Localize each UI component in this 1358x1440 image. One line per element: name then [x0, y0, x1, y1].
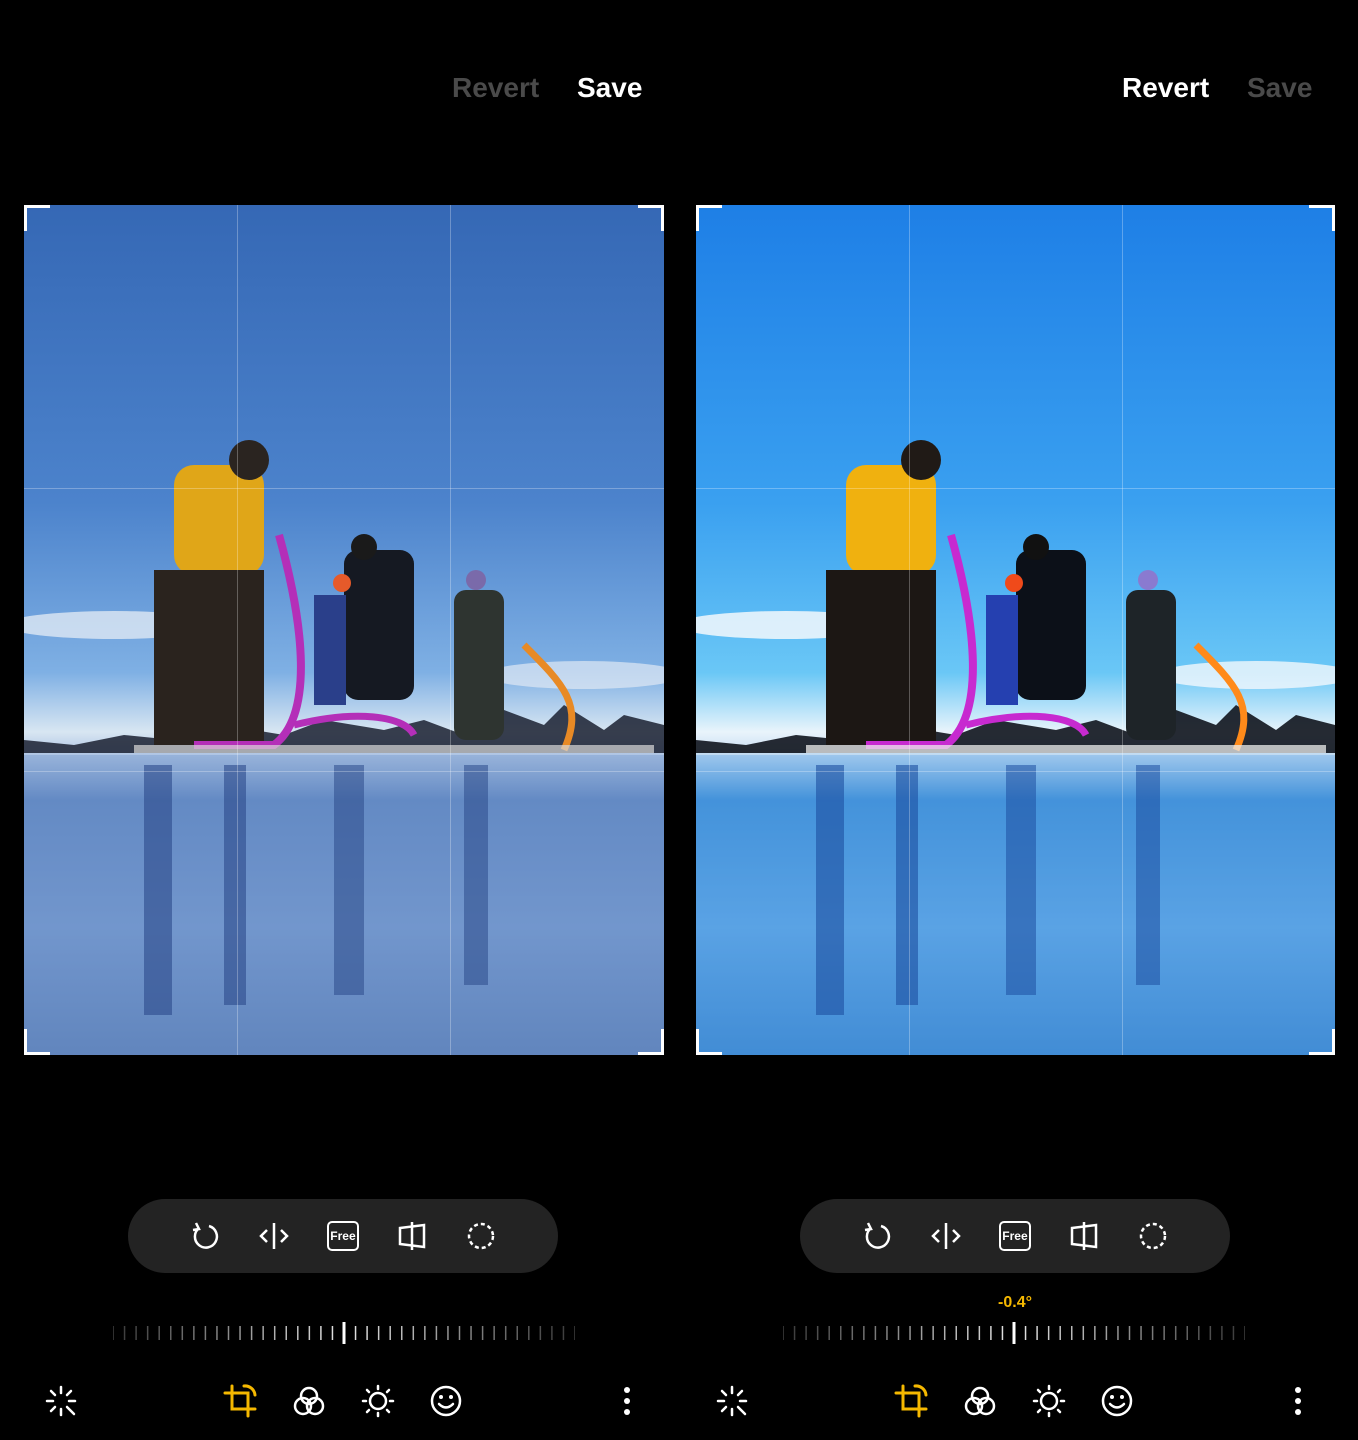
editor-panel-before: Revert Save Free	[8, 0, 679, 1440]
straighten-slider[interactable]	[113, 1322, 575, 1344]
crop-handle-bottom-right[interactable]	[638, 1029, 664, 1055]
more-icon	[624, 1387, 630, 1415]
photo-scene	[696, 440, 1335, 1055]
more-options-button[interactable]	[1275, 1378, 1321, 1424]
rotate-button[interactable]	[854, 1213, 900, 1259]
perspective-icon	[1070, 1222, 1098, 1250]
sticker-icon	[1101, 1385, 1133, 1417]
filters-icon	[293, 1386, 325, 1416]
crop-handle-bottom-left[interactable]	[24, 1029, 50, 1055]
crop-handle-bottom-right[interactable]	[1309, 1029, 1335, 1055]
auto-enhance-icon	[716, 1385, 748, 1417]
filters-tab[interactable]	[286, 1378, 332, 1424]
crop-rotate-icon	[223, 1384, 257, 1418]
crop-handle-top-right[interactable]	[638, 205, 664, 231]
save-button[interactable]: Save	[1247, 72, 1312, 104]
filters-tab[interactable]	[957, 1378, 1003, 1424]
more-options-button[interactable]	[604, 1378, 650, 1424]
rotate-icon	[864, 1222, 890, 1249]
brightness-tab[interactable]	[1026, 1378, 1072, 1424]
brightness-icon	[361, 1384, 395, 1418]
auto-enhance-icon	[45, 1385, 77, 1417]
grid-line	[1122, 205, 1123, 1055]
straighten-slider[interactable]	[783, 1322, 1245, 1344]
flip-button[interactable]	[923, 1213, 969, 1259]
crop-rotate-tab[interactable]	[888, 1378, 934, 1424]
rotate-icon	[192, 1222, 218, 1249]
photo-scene	[24, 440, 664, 1055]
photo-canvas[interactable]	[696, 205, 1335, 1055]
bottom-nav	[679, 1378, 1350, 1424]
lasso-button[interactable]	[458, 1213, 504, 1259]
free-ratio-icon: Free	[326, 1221, 359, 1251]
rotate-button[interactable]	[182, 1213, 228, 1259]
grid-line	[696, 771, 1335, 772]
crop-handle-top-left[interactable]	[24, 205, 50, 231]
filters-icon	[964, 1386, 996, 1416]
crop-handle-top-right[interactable]	[1309, 205, 1335, 231]
bottom-nav	[8, 1378, 679, 1424]
lasso-button[interactable]	[1130, 1213, 1176, 1259]
flip-button[interactable]	[251, 1213, 297, 1259]
editor-panel-after: Revert Save Free -0.4°	[679, 0, 1350, 1440]
perspective-icon	[398, 1222, 426, 1250]
grid-line	[909, 205, 910, 1055]
perspective-button[interactable]	[1061, 1213, 1107, 1259]
crop-handle-bottom-left[interactable]	[696, 1029, 722, 1055]
transform-toolbar: Free	[800, 1199, 1230, 1273]
brightness-icon	[1032, 1384, 1066, 1418]
grid-line	[24, 488, 664, 489]
more-icon	[1295, 1387, 1301, 1415]
revert-button[interactable]: Revert	[1122, 72, 1209, 104]
crop-rotate-icon	[894, 1384, 928, 1418]
crop-rotate-tab[interactable]	[217, 1378, 263, 1424]
flip-icon	[259, 1223, 289, 1249]
transform-toolbar: Free	[128, 1199, 558, 1273]
grid-line	[237, 205, 238, 1055]
auto-enhance-button[interactable]	[38, 1378, 84, 1424]
grid-line	[24, 771, 664, 772]
lasso-icon	[468, 1222, 495, 1250]
photo-canvas[interactable]	[24, 205, 664, 1055]
grid-line	[696, 488, 1335, 489]
flip-icon	[931, 1223, 961, 1249]
sticker-icon	[430, 1385, 462, 1417]
straighten-angle-label: -0.4°	[998, 1294, 1032, 1311]
free-ratio-label: Free	[330, 1229, 356, 1243]
crop-handle-top-left[interactable]	[696, 205, 722, 231]
brightness-tab[interactable]	[355, 1378, 401, 1424]
sticker-tab[interactable]	[1094, 1378, 1140, 1424]
perspective-button[interactable]	[389, 1213, 435, 1259]
free-ratio-button[interactable]: Free	[320, 1213, 366, 1259]
free-ratio-button[interactable]: Free	[992, 1213, 1038, 1259]
sticker-tab[interactable]	[423, 1378, 469, 1424]
save-button[interactable]: Save	[577, 72, 642, 104]
free-ratio-label: Free	[1002, 1229, 1028, 1243]
free-ratio-icon: Free	[998, 1221, 1031, 1251]
lasso-icon	[1140, 1222, 1167, 1250]
grid-line	[450, 205, 451, 1055]
auto-enhance-button[interactable]	[709, 1378, 755, 1424]
revert-button[interactable]: Revert	[452, 72, 539, 104]
